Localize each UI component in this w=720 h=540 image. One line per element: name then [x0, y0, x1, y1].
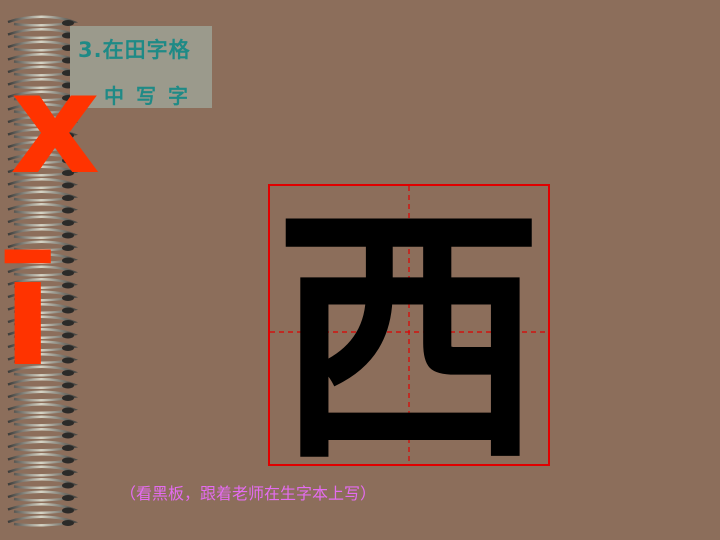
spiral-hole: [62, 395, 74, 401]
spiral-hole: [62, 207, 74, 214]
spiral-hole: [62, 495, 74, 501]
spiral-hole: [62, 520, 74, 526]
instruction-note: （看黑板，跟着老师在生字本上写）: [120, 484, 377, 503]
spiral-hole: [62, 220, 74, 226]
spiral-hole: [62, 382, 74, 389]
spiral-hole: [62, 345, 74, 351]
spiral-hole: [62, 407, 74, 414]
spiral-hole: [62, 232, 74, 239]
spiral-hole: [62, 470, 74, 476]
spiral-hole: [62, 420, 74, 426]
spiral-hole: [62, 320, 74, 326]
spiral-hole: [62, 370, 74, 376]
spiral-hole: [62, 245, 74, 251]
spiral-hole: [62, 357, 74, 364]
spiral-hole: [62, 282, 74, 289]
spiral-hole: [62, 457, 74, 464]
spiral-hole: [62, 295, 74, 301]
spiral-hole: [62, 307, 74, 314]
lesson-step-subtitle: 中写字: [104, 84, 200, 108]
spiral-hole: [62, 507, 74, 514]
spiral-hole: [62, 257, 74, 264]
tian-zi-ge-grid: 西: [268, 184, 550, 466]
spiral-hole: [62, 432, 74, 439]
practice-character: 西: [274, 184, 544, 466]
pinyin-initial: x: [10, 43, 101, 206]
spiral-hole: [62, 445, 74, 451]
pinyin-final: ī: [2, 226, 54, 400]
spiral-hole: [62, 270, 74, 276]
spiral-hole: [62, 332, 74, 339]
spiral-hole: [62, 482, 74, 489]
